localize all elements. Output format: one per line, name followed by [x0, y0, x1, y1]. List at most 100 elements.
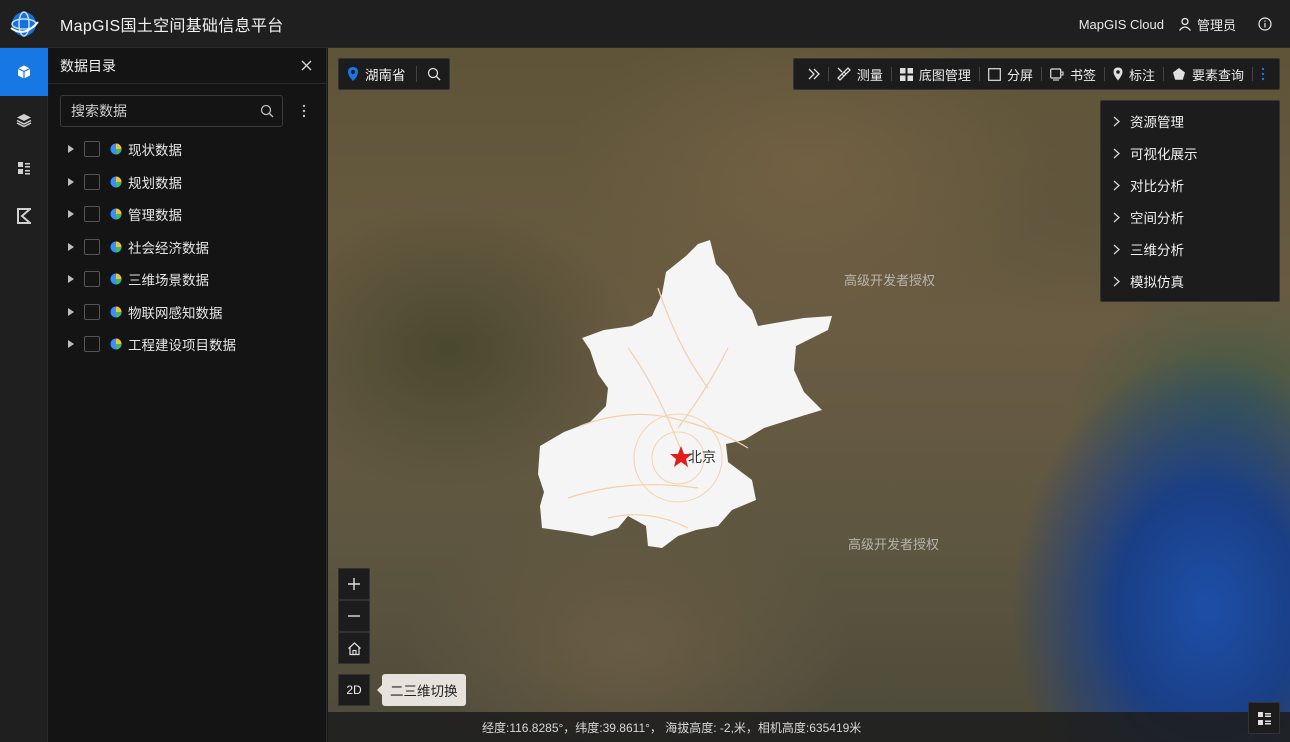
split-screen-label: 分屏	[1006, 67, 1033, 83]
tree-item[interactable]: 社会经济数据	[48, 231, 326, 264]
location-text: 湖南省	[365, 68, 406, 83]
chevron-right-icon	[1113, 180, 1120, 190]
bookmark-label: 书签	[1069, 67, 1096, 83]
cube-icon	[17, 65, 31, 79]
home-icon	[347, 641, 361, 655]
chevron-right-icon	[1113, 116, 1120, 126]
pentagon-icon	[1172, 68, 1185, 80]
collapse-toolbar-button[interactable]	[800, 68, 828, 80]
watermark-top: 高级开发者授权	[844, 273, 936, 288]
data-catalog-panel: 数据目录 现状数据规划数据管理数据社会经济数据三维场景数据物联网感知数据工程建设…	[48, 48, 327, 742]
cloud-link[interactable]: MapGIS Cloud	[1079, 17, 1164, 32]
tree-item[interactable]: 三维场景数据	[48, 263, 326, 296]
plus-icon	[348, 578, 360, 590]
list-icon	[1257, 711, 1271, 725]
view-mode-tooltip: 二三维切换	[377, 674, 466, 706]
map-pin-icon	[1113, 67, 1123, 81]
layers-icon	[16, 114, 32, 128]
measure-button[interactable]: 测量	[829, 65, 891, 84]
zoom-out-button[interactable]	[338, 600, 370, 632]
nav-layers[interactable]	[0, 96, 48, 144]
nav-data-catalog[interactable]	[0, 48, 48, 96]
tree-checkbox[interactable]	[84, 206, 100, 223]
map-view[interactable]: 北京 高级开发者授权 高级开发者授权 湖南省 测量 底图管理 分屏 书签 标注 …	[328, 48, 1290, 742]
menu-item[interactable]: 模拟仿真	[1101, 265, 1279, 297]
search-input[interactable]	[71, 103, 261, 119]
caret-right-icon[interactable]	[66, 274, 76, 284]
tree-checkbox[interactable]	[84, 173, 100, 190]
caret-right-icon[interactable]	[66, 177, 76, 187]
legend-icon	[18, 162, 30, 175]
pie-chart-icon	[110, 208, 122, 220]
pie-chart-icon	[110, 143, 122, 155]
panel-header: 数据目录	[48, 48, 326, 84]
caret-right-icon[interactable]	[66, 209, 76, 219]
tree-checkbox[interactable]	[84, 271, 100, 288]
tree-item-label: 工程建设项目数据	[128, 338, 236, 354]
search-icon[interactable]	[260, 104, 274, 118]
coordinate-readout: 经度:116.8285°，纬度:39.8611°， 海拔高度: -2,米，相机高…	[482, 720, 862, 735]
chevron-right-icon	[1113, 276, 1120, 286]
user-name: 管理员	[1196, 17, 1236, 33]
pie-chart-icon	[110, 176, 122, 188]
map-toolbar: 测量 底图管理 分屏 书签 标注 要素查询	[792, 58, 1280, 90]
tree-item-label: 三维场景数据	[128, 273, 209, 289]
zoom-controls	[338, 568, 370, 664]
menu-item-label: 资源管理	[1130, 115, 1184, 130]
double-chevron-right-icon	[808, 68, 820, 80]
menu-item-label: 空间分析	[1130, 211, 1184, 226]
location-selector[interactable]: 湖南省	[338, 58, 450, 90]
tree-item[interactable]: 管理数据	[48, 198, 326, 231]
user-menu[interactable]: 管理员	[1178, 15, 1236, 34]
chevron-right-icon	[1113, 148, 1120, 158]
location-search-icon[interactable]	[427, 67, 441, 81]
tree-item[interactable]: 物联网感知数据	[48, 296, 326, 329]
menu-item-label: 模拟仿真	[1130, 275, 1184, 290]
status-bar: 经度:116.8285°，纬度:39.8611°， 海拔高度: -2,米，相机高…	[328, 712, 1290, 742]
nav-legend[interactable]	[0, 144, 48, 192]
toolbar-more-button[interactable]	[1253, 67, 1273, 81]
mark-button[interactable]: 标注	[1105, 65, 1163, 84]
caret-right-icon[interactable]	[66, 144, 76, 154]
split-screen-button[interactable]: 分屏	[980, 65, 1041, 84]
tree-checkbox[interactable]	[84, 336, 100, 353]
user-icon	[1178, 17, 1191, 31]
more-vertical-icon[interactable]	[294, 101, 314, 121]
menu-item[interactable]: 可视化展示	[1101, 137, 1279, 169]
feature-query-button[interactable]: 要素查询	[1164, 65, 1252, 84]
tree-item-label: 现状数据	[128, 143, 182, 159]
panel-title: 数据目录	[60, 57, 116, 74]
caret-right-icon[interactable]	[66, 242, 76, 252]
tree-item[interactable]: 工程建设项目数据	[48, 328, 326, 361]
close-icon[interactable]	[298, 58, 314, 74]
tree-item[interactable]: 规划数据	[48, 166, 326, 199]
pie-chart-icon	[110, 241, 122, 253]
tree-checkbox[interactable]	[84, 141, 100, 158]
info-icon[interactable]	[1258, 17, 1272, 31]
k-analysis-icon	[17, 208, 31, 224]
tools-menu: 资源管理可视化展示对比分析空间分析三维分析模拟仿真	[1100, 100, 1280, 302]
nav-analysis[interactable]	[0, 192, 48, 240]
menu-item[interactable]: 空间分析	[1101, 201, 1279, 233]
tree-item-label: 管理数据	[128, 208, 182, 224]
basemap-button[interactable]: 底图管理	[892, 65, 979, 84]
split-screen-icon	[988, 67, 1001, 81]
home-button[interactable]	[338, 632, 370, 664]
pie-chart-icon	[110, 338, 122, 350]
view-mode-button[interactable]: 2D	[338, 674, 370, 706]
menu-item[interactable]: 对比分析	[1101, 169, 1279, 201]
tree-item[interactable]: 现状数据	[48, 133, 326, 166]
grid-icon	[899, 67, 913, 81]
menu-item-label: 对比分析	[1130, 179, 1184, 194]
caret-right-icon[interactable]	[66, 307, 76, 317]
bookmark-button[interactable]: 书签	[1042, 65, 1104, 84]
watermark-bottom: 高级开发者授权	[848, 537, 940, 552]
menu-item[interactable]: 资源管理	[1101, 105, 1279, 137]
layer-list-button[interactable]	[1248, 702, 1280, 734]
zoom-in-button[interactable]	[338, 568, 370, 600]
menu-item-label: 可视化展示	[1130, 147, 1198, 162]
menu-item[interactable]: 三维分析	[1101, 233, 1279, 265]
tree-checkbox[interactable]	[84, 303, 100, 320]
caret-right-icon[interactable]	[66, 339, 76, 349]
tree-checkbox[interactable]	[84, 238, 100, 255]
